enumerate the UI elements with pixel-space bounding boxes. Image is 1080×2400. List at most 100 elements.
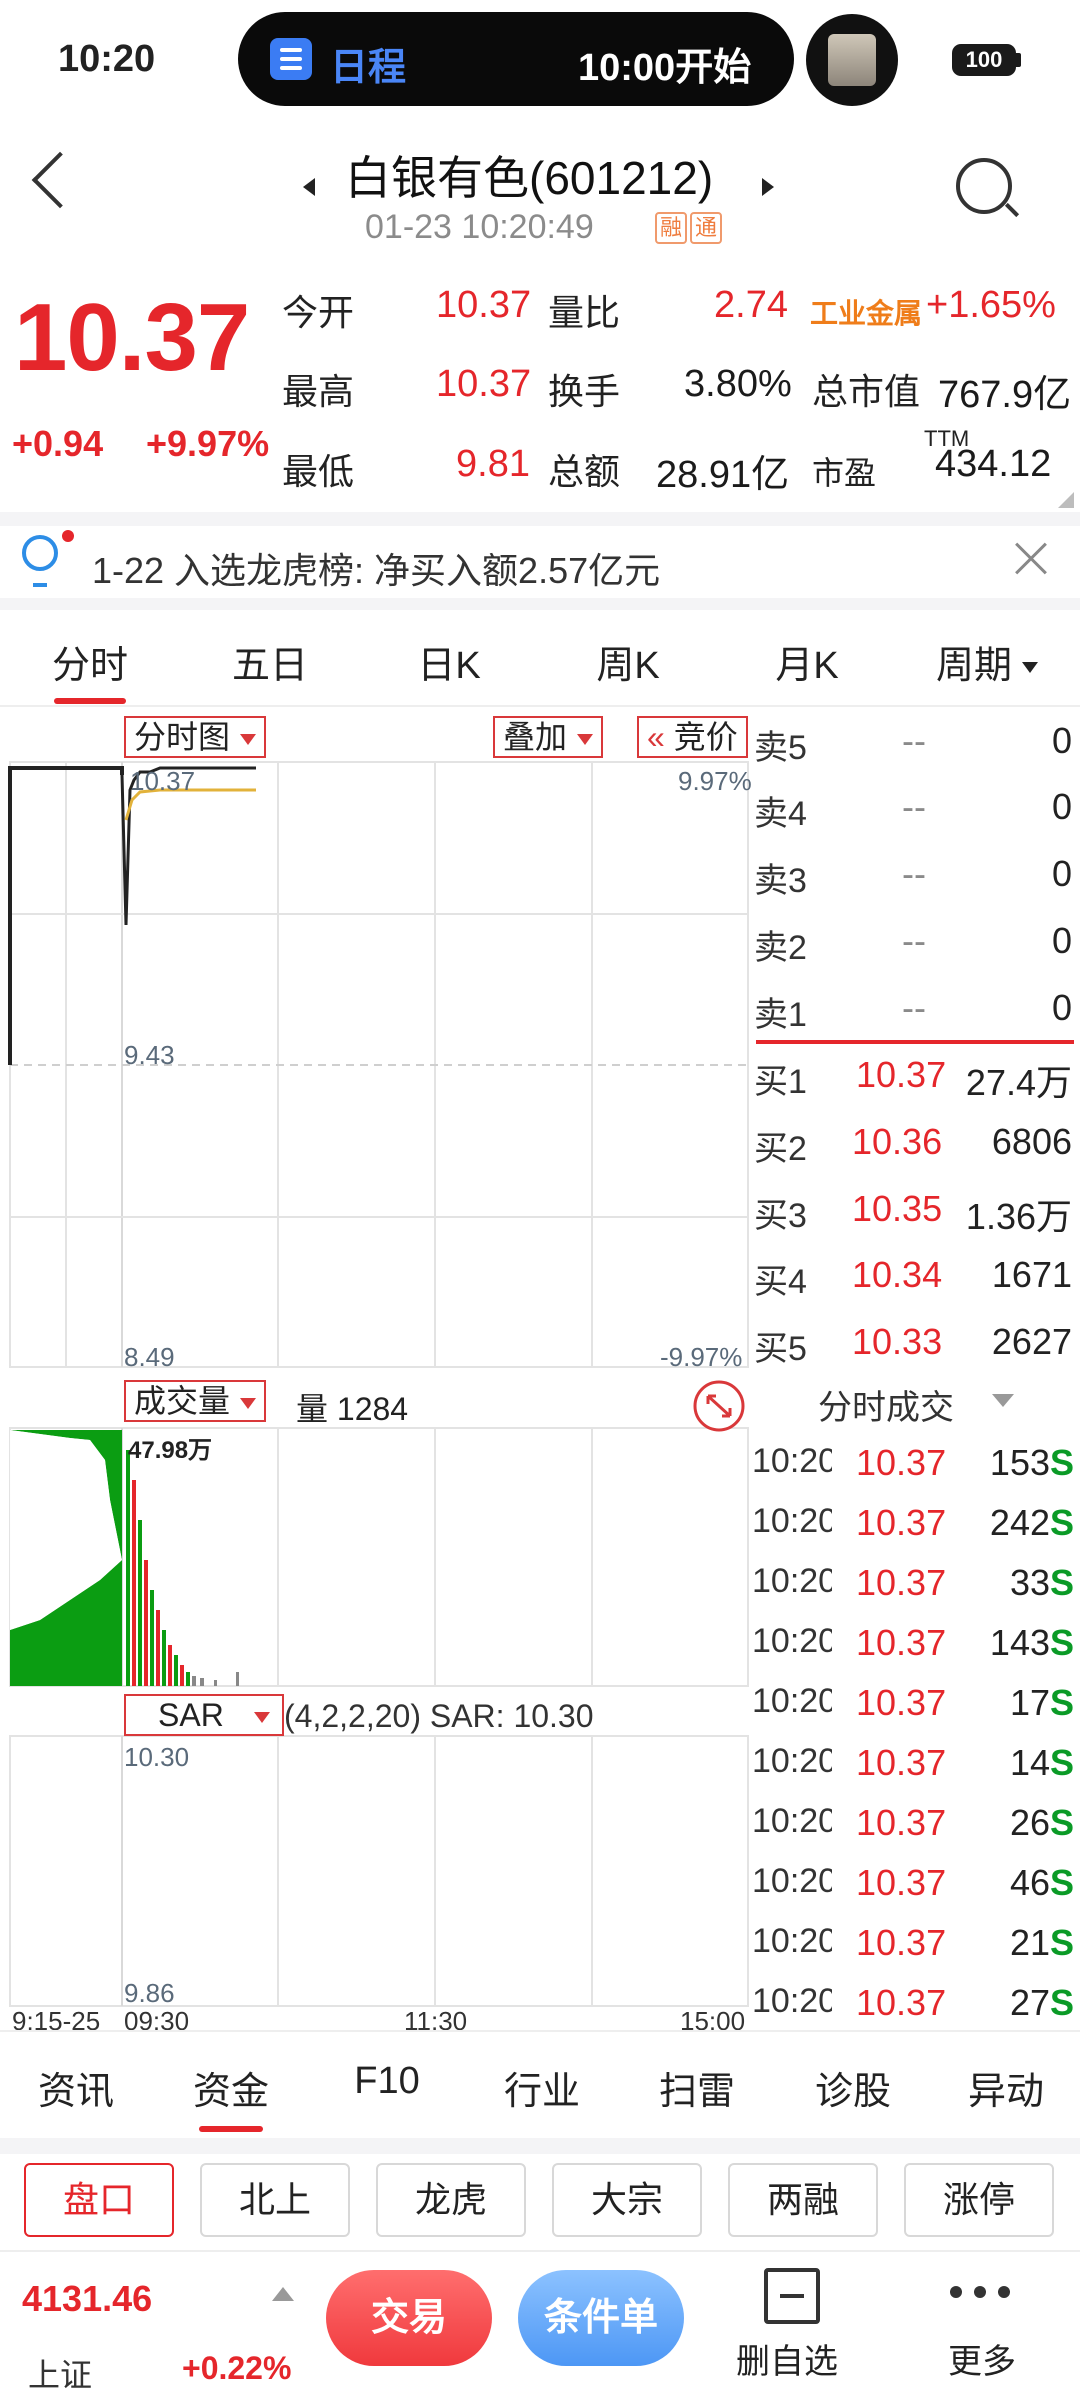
pe-label: 市盈: [812, 455, 877, 491]
index-value[interactable]: 4131.46: [22, 2278, 152, 2320]
sell-2-volume: 0: [1051, 920, 1072, 961]
double-chevron-left-icon: «: [647, 719, 665, 755]
tick-volume: 21: [1009, 1922, 1050, 1963]
tick-volume: 46: [1009, 1862, 1050, 1903]
fund-tab-margin[interactable]: 两融: [728, 2163, 878, 2237]
chart-type-selector[interactable]: 分时图: [124, 716, 267, 758]
next-stock-icon[interactable]: [762, 178, 774, 196]
buy-3-label: 买3: [754, 1197, 807, 1235]
chevron-up-icon[interactable]: [272, 2287, 294, 2301]
market-cap-value: 767.9亿: [938, 374, 1072, 416]
buy-2-volume: 6806: [991, 1121, 1072, 1162]
chevron-down-icon: [240, 1398, 257, 1410]
sell-4-volume: 0: [1051, 786, 1072, 827]
conditional-order-button[interactable]: 条件单: [518, 2270, 684, 2366]
fund-tab-block-trade[interactable]: 大宗: [552, 2163, 702, 2237]
tick-time: 10:20: [752, 1442, 832, 1480]
pct-top-label: 9.97%: [678, 766, 752, 796]
expand-corner-icon[interactable]: [1058, 492, 1074, 508]
tick-time: 10:20: [752, 1502, 832, 1540]
avatar[interactable]: [806, 14, 898, 106]
volume-indicator-label: 成交量: [134, 1383, 231, 1419]
fund-tab-orderbook[interactable]: 盘口: [24, 2163, 174, 2237]
search-icon[interactable]: [956, 158, 1012, 214]
remove-watchlist-icon[interactable]: [764, 2268, 820, 2324]
pct-bottom-label: -9.97%: [660, 1342, 743, 1372]
price-bottom-label: 8.49: [124, 1342, 175, 1372]
sell-5-label: 卖5: [754, 729, 807, 767]
buy-5-price: 10.33: [852, 1321, 943, 1362]
bid-ask-divider: [756, 1040, 1074, 1044]
tab-period[interactable]: 周期: [922, 634, 1052, 689]
divider: [0, 2138, 1080, 2154]
tick-side: S: [1050, 1802, 1075, 1843]
tab-period-label: 周期: [935, 645, 1012, 687]
buy-4-price: 10.34: [852, 1254, 943, 1295]
volume-readout: 量 1284: [296, 1391, 409, 1427]
fund-tab-limit-up[interactable]: 涨停: [904, 2163, 1054, 2237]
sell-1-price: --: [902, 987, 926, 1028]
buy-2-price: 10.36: [852, 1121, 943, 1162]
tab-monthly-k[interactable]: 月K: [742, 634, 872, 689]
tick-side: S: [1050, 1682, 1075, 1723]
sell-3-label: 卖3: [754, 862, 807, 900]
fund-tab-northbound[interactable]: 北上: [200, 2163, 350, 2237]
auction-label: 竞价: [673, 719, 738, 755]
info-tab-anomaly[interactable]: 异动: [946, 2060, 1066, 2115]
tick-side: S: [1050, 1922, 1075, 1963]
tick-volume: 242: [989, 1502, 1050, 1543]
tick-side: S: [1050, 1982, 1075, 2023]
more-label[interactable]: 更多: [948, 2334, 1016, 2383]
info-tab-funds[interactable]: 资金: [171, 2060, 291, 2115]
market-cap-label: 总市值: [812, 371, 921, 412]
close-icon[interactable]: [1012, 540, 1050, 578]
info-tab-diagnosis[interactable]: 诊股: [793, 2060, 913, 2115]
time-label-auction: 9:15-25: [12, 2006, 101, 2036]
trade-button[interactable]: 交易: [326, 2270, 492, 2366]
sell-5-volume: 0: [1051, 720, 1072, 761]
tick-side: S: [1050, 1502, 1075, 1543]
tick-volume: 153: [989, 1442, 1050, 1483]
pe-value: 434.12: [935, 443, 1052, 485]
info-tab-industry[interactable]: 行业: [482, 2060, 602, 2115]
tick-price: 10.37: [856, 1862, 947, 1903]
ticks-header[interactable]: 分时成交: [818, 1380, 954, 1429]
overlay-selector[interactable]: 叠加: [493, 716, 604, 758]
sell-4-price: --: [902, 786, 926, 827]
sar-top-label: 10.30: [124, 1742, 190, 1772]
sell-2-price: --: [902, 920, 926, 961]
tick-time: 10:20: [752, 1862, 832, 1900]
buy-5-volume: 2627: [991, 1321, 1072, 1362]
buy-3-volume: 1.36万: [965, 1196, 1072, 1237]
info-tab-f10[interactable]: F10: [327, 2060, 447, 2103]
buy-5-label: 买5: [754, 1330, 807, 1368]
sector-change: +1.65%: [926, 284, 1056, 326]
tick-side: S: [1050, 1862, 1075, 1903]
tick-side: S: [1050, 1442, 1075, 1483]
battery-icon: 100: [952, 44, 1016, 76]
auction-button[interactable]: « 竞价: [637, 716, 748, 758]
indicator-selector-volume[interactable]: 成交量: [124, 1380, 267, 1422]
fund-tab-dragon-tiger[interactable]: 龙虎: [376, 2163, 526, 2237]
sell-4-label: 卖4: [754, 795, 807, 833]
sector-label[interactable]: 工业金属: [810, 292, 922, 332]
sell-1-label: 卖1: [754, 996, 807, 1034]
battery-tip: [1016, 53, 1021, 67]
more-icon[interactable]: [950, 2286, 1010, 2298]
info-tab-risk-scan[interactable]: 扫雷: [637, 2060, 757, 2115]
indicator-selector-sar[interactable]: SAR: [124, 1694, 284, 1736]
chevron-down-icon: [577, 734, 594, 746]
info-tab-news[interactable]: 资讯: [16, 2060, 136, 2115]
buy-3-price: 10.35: [852, 1188, 943, 1229]
chevron-down-icon[interactable]: [992, 1394, 1014, 1407]
buy-2-label: 买2: [754, 1130, 807, 1168]
price-mid-label: 9.43: [124, 1040, 175, 1070]
tick-volume: 33: [1009, 1562, 1050, 1603]
tick-side: S: [1050, 1562, 1075, 1603]
tick-volume: 26: [1009, 1802, 1050, 1843]
remove-watchlist-label[interactable]: 删自选: [736, 2334, 838, 2383]
sell-3-volume: 0: [1051, 853, 1072, 894]
sar-indicator-label: SAR: [158, 1697, 224, 1733]
tick-time: 10:20: [752, 1802, 832, 1840]
tick-price: 10.37: [856, 1982, 947, 2023]
